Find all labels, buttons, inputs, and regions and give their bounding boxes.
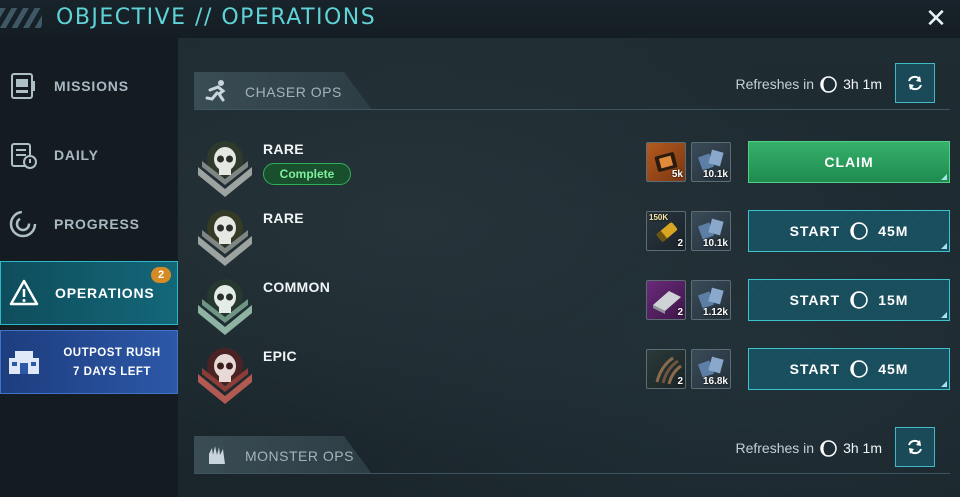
sidebar-item-daily[interactable]: DAILY: [0, 124, 178, 188]
operations-panel: CHASER OPS Refreshes in 3h 1m RARE Compl…: [178, 38, 960, 497]
duration-label: 15M: [878, 292, 909, 308]
reward-item[interactable]: 1.12k: [691, 280, 731, 320]
monster-ops-header: MONSTER OPS Refreshes in 3h 1m: [194, 427, 950, 474]
refresh-label: Refreshes in: [735, 440, 815, 456]
missions-icon: [11, 73, 35, 99]
start-label: START: [789, 361, 841, 377]
header-hatch-decoration: [0, 8, 42, 28]
start-button[interactable]: START 45M: [748, 210, 950, 252]
event-time-left: 7 DAYS LEFT: [73, 366, 151, 378]
reward-item[interactable]: 10.1k: [691, 211, 731, 251]
timer-icon: [820, 75, 837, 93]
operation-rarity: RARE: [263, 210, 304, 226]
section-title: MONSTER OPS: [245, 448, 354, 464]
operation-row: RARE 150K 2 10.1k START 45M: [194, 206, 950, 270]
reward-quantity: 10.1k: [702, 238, 728, 249]
sidebar-item-label: PROGRESS: [54, 216, 140, 232]
outpost-rush-event-button[interactable]: OUTPOST RUSH 7 DAYS LEFT: [0, 330, 178, 394]
start-button[interactable]: START 45M: [748, 348, 950, 390]
reward-item[interactable]: 5k: [646, 142, 686, 182]
operation-row: COMMON 2 1.12k START 15M: [194, 275, 950, 339]
section-title: CHASER OPS: [245, 84, 342, 100]
duration-label: 45M: [878, 223, 909, 239]
reward-quantity: 2: [677, 238, 683, 249]
reward-quantity: 1.12k: [702, 307, 728, 318]
rare-skull-rank-icon: [198, 141, 252, 197]
reward-quantity: 16.8k: [702, 376, 728, 387]
refresh-timer: Refreshes in 3h 1m: [735, 72, 882, 96]
sidebar-item-label: MISSIONS: [54, 78, 129, 94]
notification-badge: 2: [151, 267, 171, 283]
chaser-ops-header: CHASER OPS Refreshes in 3h 1m: [194, 63, 950, 110]
operation-rarity: EPIC: [263, 348, 297, 364]
warning-triangle-icon: [9, 279, 39, 306]
operation-row: RARE Complete 5k 10.1k CLAIM: [194, 137, 950, 201]
operation-row: EPIC 2 16.8k START 45M: [194, 344, 950, 408]
start-button[interactable]: START 15M: [748, 279, 950, 321]
operation-rarity: RARE: [263, 141, 304, 157]
claim-button[interactable]: CLAIM: [748, 141, 950, 183]
sidebar-item-operations[interactable]: OPERATIONS 2: [0, 261, 178, 325]
timer-icon: [850, 291, 868, 309]
top-bar: OBJECTIVE // OPERATIONS ✕: [0, 0, 960, 38]
reward-tag: 150K: [649, 213, 669, 222]
outpost-icon: [9, 351, 39, 374]
reward-quantity: 2: [677, 307, 683, 318]
start-label: START: [789, 292, 841, 308]
page-title: OBJECTIVE // OPERATIONS: [56, 5, 377, 30]
timer-icon: [850, 222, 868, 240]
daily-icon: [11, 143, 37, 169]
refresh-timer: Refreshes in 3h 1m: [735, 436, 882, 460]
refresh-icon: [908, 439, 922, 455]
sidebar-item-missions[interactable]: MISSIONS: [0, 55, 178, 119]
reward-quantity: 2: [677, 376, 683, 387]
complete-badge: Complete: [263, 163, 351, 185]
rare-skull-rank-icon: [198, 210, 252, 266]
section-divider: [194, 109, 950, 110]
sidebar-item-progress[interactable]: PROGRESS: [0, 193, 178, 257]
runner-icon: [205, 80, 226, 102]
operation-rarity: COMMON: [263, 279, 331, 295]
refresh-time: 3h 1m: [843, 440, 882, 456]
sidebar: MISSIONS DAILY PROGRESS OPERATIONS 2 OUT…: [0, 38, 178, 497]
refresh-label: Refreshes in: [735, 76, 815, 92]
section-divider: [194, 473, 950, 474]
reward-item[interactable]: 2: [646, 349, 686, 389]
refresh-button[interactable]: [895, 427, 935, 467]
start-label: START: [789, 223, 841, 239]
timer-icon: [850, 360, 868, 378]
reward-item[interactable]: 2: [646, 280, 686, 320]
epic-skull-rank-icon: [198, 348, 252, 404]
claim-label: CLAIM: [824, 154, 874, 170]
sidebar-item-label: OPERATIONS: [55, 285, 155, 301]
button-corner: [941, 381, 947, 387]
progress-icon: [9, 210, 37, 238]
refresh-icon: [908, 75, 922, 91]
common-skull-rank-icon: [198, 279, 252, 335]
timer-icon: [820, 439, 837, 457]
duration-label: 45M: [878, 361, 909, 377]
button-corner: [941, 312, 947, 318]
sidebar-item-label: DAILY: [54, 147, 99, 163]
reward-item[interactable]: 150K 2: [646, 211, 686, 251]
reward-item[interactable]: 10.1k: [691, 142, 731, 182]
event-name: OUTPOST RUSH: [63, 347, 161, 359]
refresh-button[interactable]: [895, 63, 935, 103]
button-corner: [941, 243, 947, 249]
reward-item[interactable]: 16.8k: [691, 349, 731, 389]
monster-claw-icon: [209, 446, 225, 464]
button-corner: [941, 174, 947, 180]
refresh-time: 3h 1m: [843, 76, 882, 92]
close-icon[interactable]: ✕: [922, 4, 950, 32]
reward-quantity: 10.1k: [702, 169, 728, 180]
reward-quantity: 5k: [671, 169, 683, 180]
